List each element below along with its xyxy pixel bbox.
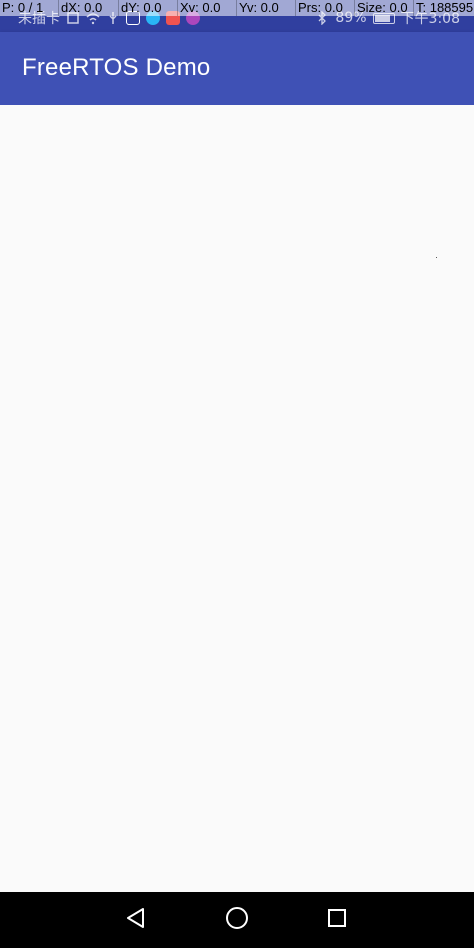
navigation-bar [0, 892, 474, 948]
pointer-xv: Xv: 0.0 [177, 0, 220, 16]
pointer-dx: dX: 0.0 [58, 0, 102, 16]
pointer-dy: dY: 0.0 [118, 0, 161, 16]
app-bar: FreeRTOS Demo [0, 32, 474, 105]
pointer-location-overlay: P: 0 / 1 dX: 0.0 dY: 0.0 Xv: 0.0 Yv: 0.0… [0, 0, 474, 16]
home-button[interactable] [223, 906, 251, 934]
pointer-time: T: 188595 [413, 0, 473, 16]
main-content[interactable] [0, 105, 474, 892]
back-triangle-icon [125, 907, 147, 934]
recents-button[interactable] [323, 906, 351, 934]
pointer-size: Size: 0.0 [354, 0, 408, 16]
pointer-yv: Yv: 0.0 [236, 0, 279, 16]
pointer-pressure: Prs: 0.0 [295, 0, 343, 16]
back-button[interactable] [122, 906, 150, 934]
recents-square-icon [326, 907, 348, 934]
stray-pixel [436, 257, 437, 258]
pointer-count: P: 0 / 1 [2, 0, 44, 15]
home-circle-icon [225, 906, 249, 935]
app-title: FreeRTOS Demo [22, 54, 211, 81]
